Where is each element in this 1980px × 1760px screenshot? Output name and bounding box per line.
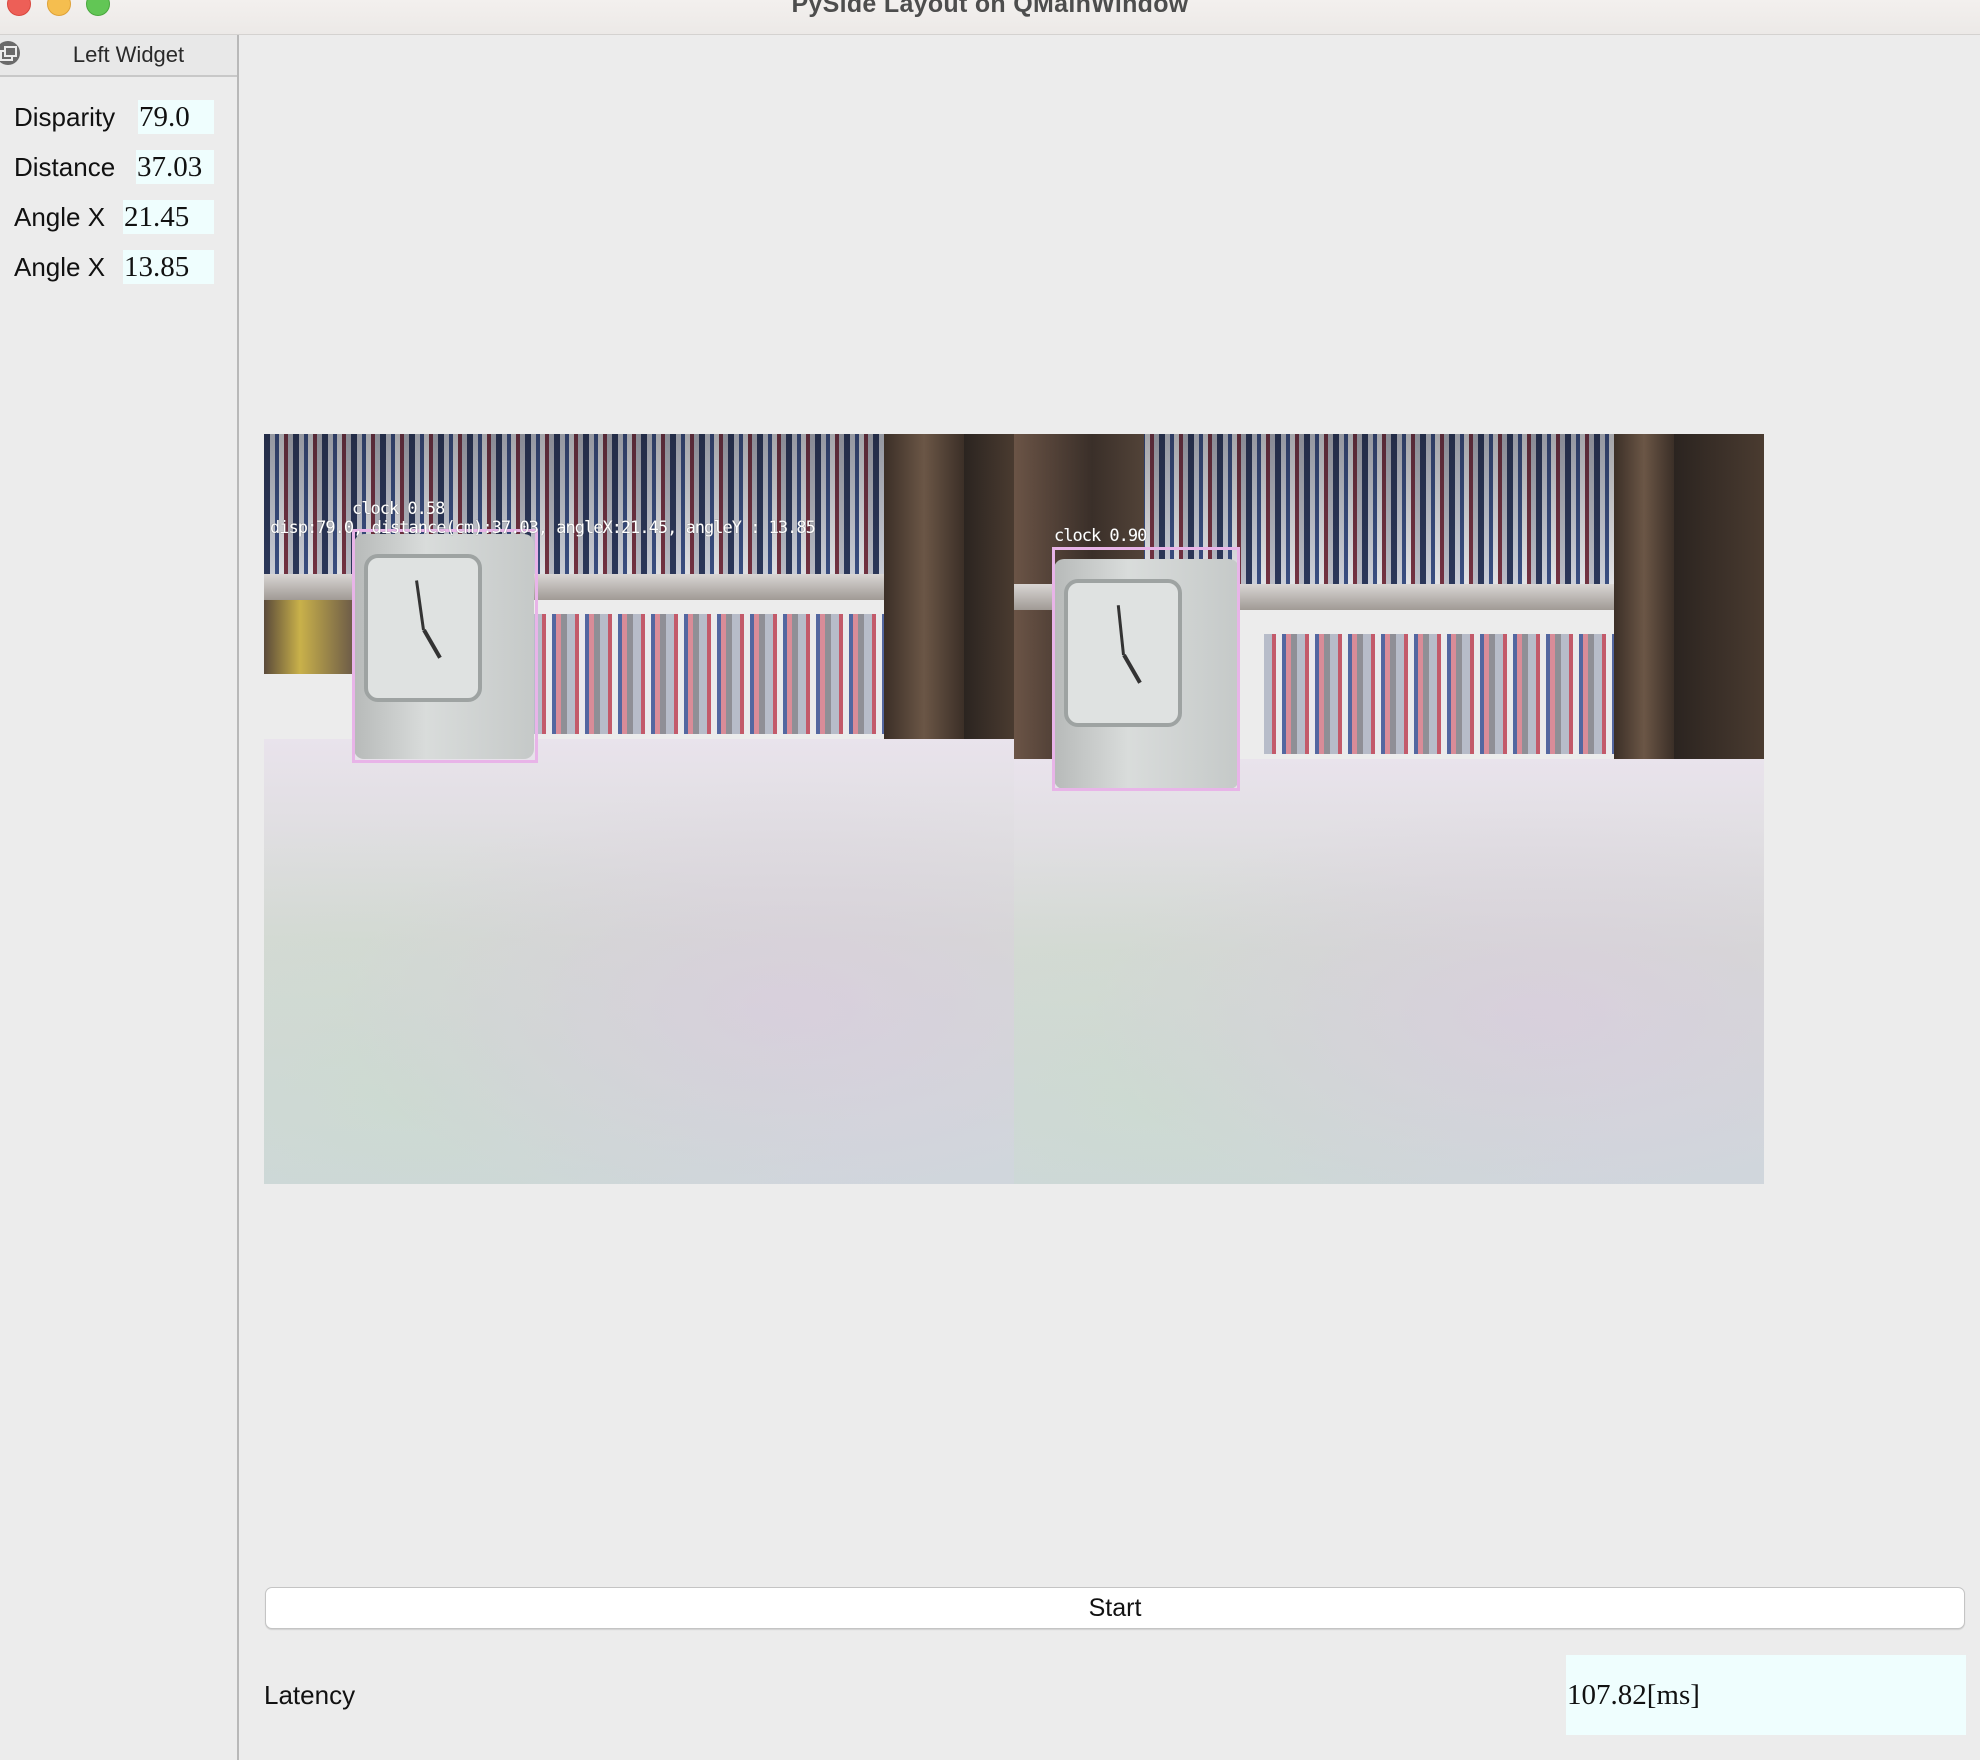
distance-value: 37.03 bbox=[136, 150, 214, 184]
distance-label: Distance bbox=[14, 152, 116, 182]
latency-label: Latency bbox=[264, 1680, 356, 1710]
angle-x-label: Angle X bbox=[14, 202, 106, 232]
angle-y-value: 13.85 bbox=[123, 250, 214, 284]
bookshelf-lower bbox=[1264, 634, 1614, 754]
table-surface bbox=[1014, 759, 1764, 1184]
angle-x-value: 21.45 bbox=[123, 200, 214, 234]
latency-value: 107.82[ms] bbox=[1566, 1655, 1966, 1735]
left-camera-image: clock 0.58 disp:79.0, distance(cm):37.03… bbox=[264, 434, 1014, 1184]
left-info-text: disp:79.0, distance(cm):37.03, angleX:21… bbox=[270, 518, 816, 538]
bookshelf-lower bbox=[534, 614, 884, 734]
disparity-label: Disparity bbox=[14, 102, 116, 132]
distance-row: Distance 37.03 bbox=[14, 150, 214, 186]
start-button[interactable]: Start bbox=[265, 1587, 1965, 1629]
table-surface bbox=[264, 739, 1014, 1184]
disparity-value: 79.0 bbox=[138, 100, 214, 134]
dock-title: Left Widget bbox=[72, 42, 185, 67]
right-camera-image: clock 0.90 bbox=[1014, 434, 1764, 1184]
window-title: PySide Layout on QMainWindow bbox=[791, 0, 1189, 18]
title-bar: PySide Layout on QMainWindow bbox=[0, 0, 1980, 35]
disparity-row: Disparity 79.0 bbox=[14, 100, 214, 136]
stereo-camera-view: clock 0.58 disp:79.0, distance(cm):37.03… bbox=[264, 434, 1764, 1184]
left-detection-box bbox=[352, 529, 538, 763]
main-window: PySide Layout on QMainWindow Left Widget… bbox=[0, 0, 1980, 1760]
left-class-label: clock 0.58 bbox=[352, 499, 445, 519]
dock-header: Left Widget bbox=[0, 35, 237, 77]
angle-y-row: Angle X 13.85 bbox=[14, 250, 214, 286]
right-detection-box bbox=[1052, 547, 1240, 791]
angle-x-row: Angle X 21.45 bbox=[14, 200, 214, 236]
angle-y-label: Angle X bbox=[14, 252, 106, 282]
right-class-label: clock 0.90 bbox=[1054, 526, 1147, 546]
left-dock-widget: Left Widget Disparity 79.0 Distance 37.0… bbox=[0, 35, 239, 1760]
